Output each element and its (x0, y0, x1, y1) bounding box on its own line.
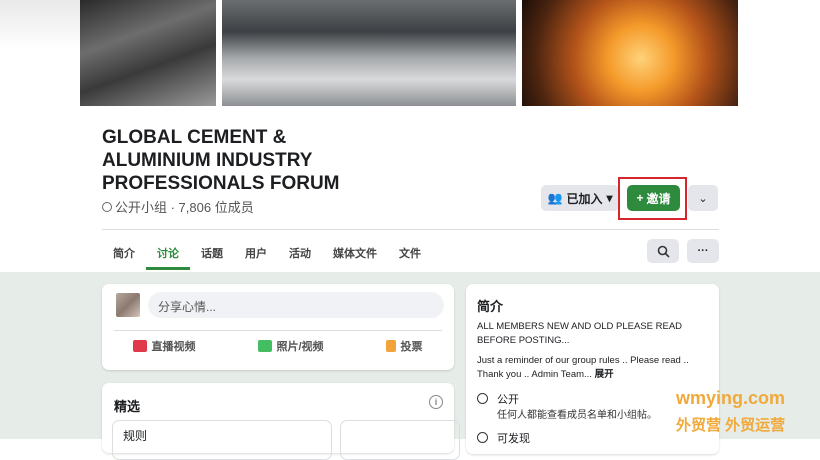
compose-input[interactable]: 分享心情... (148, 292, 444, 318)
joined-label: 已加入 (566, 191, 603, 206)
tab-events[interactable]: 活动 (278, 236, 322, 270)
group-meta: 公开小组 · 7,806 位成员 (102, 197, 254, 216)
invite-button[interactable]: + 邀请 (627, 185, 680, 211)
tab-more-button[interactable]: ··· (687, 239, 719, 263)
photo-video-button[interactable]: 照片/视频 (258, 338, 324, 354)
cover-image-center (222, 0, 516, 106)
privacy-description: 任何人都能查看成员名单和小组帖。 (497, 410, 657, 421)
cover-photo[interactable] (80, 0, 742, 106)
tab-topics[interactable]: 话题 (190, 236, 234, 270)
eye-icon (477, 432, 488, 443)
watermark-text: 外贸营 外贸运营 (676, 417, 786, 434)
tab-files[interactable]: 文件 (388, 236, 432, 270)
invite-label: 邀请 (646, 191, 671, 206)
live-video-label: 直播视频 (151, 341, 196, 353)
search-button[interactable] (647, 239, 679, 263)
featured-item[interactable] (340, 420, 460, 460)
poll-icon (386, 340, 397, 352)
group-tabs: 简介 讨论 话题 用户 活动 媒体文件 文件 (102, 236, 432, 270)
globe-icon (477, 393, 488, 404)
chevron-down-icon: ▾ (606, 191, 613, 205)
privacy-title: 公开 (497, 394, 519, 406)
featured-item[interactable]: 规则 (112, 420, 332, 460)
photo-icon (258, 340, 273, 352)
photo-video-label: 照片/视频 (276, 341, 324, 353)
composer-divider (114, 330, 442, 331)
tab-discussion[interactable]: 讨论 (146, 236, 190, 270)
post-composer: 分享心情... 直播视频 照片/视频 投票 (102, 284, 454, 370)
composer-actions: 直播视频 照片/视频 投票 (102, 338, 454, 354)
group-title[interactable]: GLOBAL CEMENT & ALUMINIUM INDUSTRY PROFE… (102, 126, 362, 195)
featured-title: 精选 (114, 399, 141, 414)
tab-members[interactable]: 用户 (234, 236, 278, 270)
avatar[interactable] (116, 293, 140, 317)
about-description-more: Just a reminder of our group rules .. Pl… (477, 354, 715, 382)
cover-image-left (80, 0, 216, 106)
tab-about[interactable]: 简介 (102, 236, 146, 270)
about-description: ALL MEMBERS NEW AND OLD PLEASE READ BEFO… (477, 321, 683, 346)
header-divider (102, 229, 719, 230)
see-more-link[interactable]: 展开 (595, 369, 614, 380)
cover-image-right (522, 0, 738, 106)
chevron-down-icon: ⌄ (698, 192, 708, 205)
watermark-url: wmying.com (676, 388, 786, 408)
visibility-title: 可发现 (497, 433, 530, 445)
poll-label: 投票 (400, 341, 423, 353)
about-description-text: Just a reminder of our group rules .. Pl… (477, 355, 689, 380)
ellipsis-icon: ··· (697, 245, 709, 257)
tab-media[interactable]: 媒体文件 (322, 236, 388, 270)
live-video-icon (133, 340, 148, 352)
globe-icon (102, 201, 112, 212)
search-icon (657, 245, 670, 258)
featured-card: 精选 i 规则 (102, 383, 460, 460)
top-shade (0, 0, 80, 50)
about-title: 简介 (477, 299, 504, 314)
more-options-button[interactable]: ⌄ (688, 185, 718, 211)
info-icon[interactable]: i (429, 395, 443, 409)
poll-button[interactable]: 投票 (386, 338, 422, 354)
featured-item-title: 规则 (123, 429, 148, 443)
members-icon: 👥 (547, 191, 563, 205)
plus-icon: + (636, 191, 644, 205)
joined-button[interactable]: 👥 已加入 ▾ (541, 185, 619, 211)
live-video-button[interactable]: 直播视频 (133, 338, 195, 354)
group-meta-text: 公开小组 · 7,806 位成员 (115, 200, 254, 215)
